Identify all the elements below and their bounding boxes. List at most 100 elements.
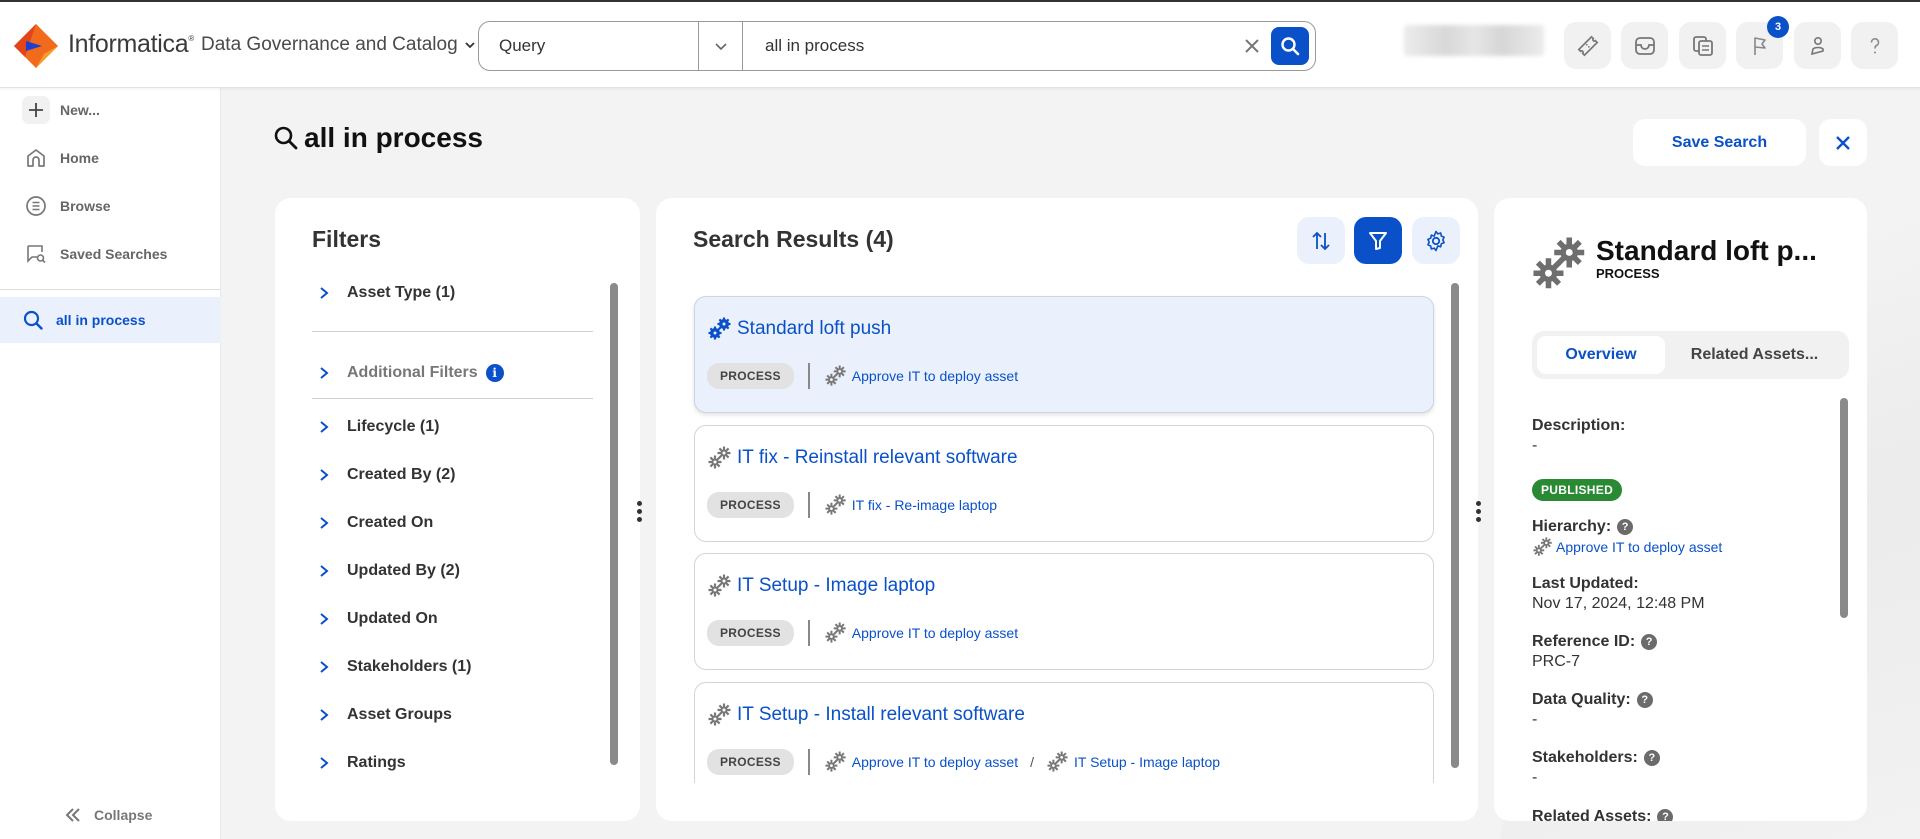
filter-updated-by[interactable]: Updated By (2): [317, 562, 460, 580]
help-icon[interactable]: ?: [1641, 634, 1658, 650]
result-card[interactable]: IT Setup - Image laptop PROCESS Approve …: [694, 553, 1434, 670]
sidebar-item-saved-searches[interactable]: Saved Searches: [22, 240, 167, 268]
reference-id-value: PRC-7: [1532, 653, 1581, 670]
copy-document-button[interactable]: [1679, 22, 1726, 69]
collapse-sidebar-button[interactable]: Collapse: [64, 806, 152, 824]
info-icon[interactable]: i: [485, 364, 504, 382]
search-bar: Query: [478, 21, 1316, 71]
saved-search-icon: [22, 240, 50, 268]
chevron-right-icon: [320, 709, 329, 721]
help-button[interactable]: [1851, 22, 1898, 69]
hierarchy-text: IT fix - Re-image laptop: [851, 497, 998, 513]
inbox-button[interactable]: [1621, 22, 1668, 69]
filter-ratings[interactable]: Ratings: [317, 754, 406, 772]
sidebar-item-active-search[interactable]: all in process: [0, 297, 221, 343]
description-value: -: [1532, 437, 1538, 454]
results-resize-handle[interactable]: [1476, 501, 1482, 522]
results-scrollbar[interactable]: [1451, 283, 1459, 768]
hierarchy-link[interactable]: Approve IT to deploy asset: [824, 751, 1018, 773]
asset-type-pill: PROCESS: [707, 620, 794, 646]
sidebar-item-home[interactable]: Home: [22, 144, 99, 172]
help-icon[interactable]: ?: [1657, 809, 1674, 821]
filter-stakeholders[interactable]: Stakeholders (1): [317, 658, 471, 676]
results-panel: Search Results (4) Standard loft push PR…: [656, 198, 1478, 821]
filter-updated-on[interactable]: Updated On: [317, 610, 438, 628]
clear-search-button[interactable]: [1237, 22, 1267, 70]
search-type-dropdown-button[interactable]: [699, 22, 743, 70]
notifications-button[interactable]: 3: [1736, 16, 1789, 69]
chevron-right-icon: [320, 287, 329, 299]
hierarchy-link[interactable]: IT fix - Re-image laptop: [824, 494, 997, 516]
copy-document-icon: [1692, 35, 1713, 56]
filter-additional-filters[interactable]: Additional Filters i: [317, 364, 504, 382]
result-title-link[interactable]: IT fix - Reinstall relevant software: [707, 446, 1018, 470]
sort-button[interactable]: [1297, 217, 1345, 264]
close-icon: [1836, 135, 1850, 150]
filters-panel: Filters Asset Type (1) Additional Filter…: [275, 198, 640, 821]
filter-label: Ratings: [347, 754, 406, 771]
detail-scrollbar[interactable]: [1840, 398, 1848, 618]
sidebar-item-label: New...: [60, 102, 100, 118]
related-assets-label: Related Assets: ?: [1532, 808, 1674, 821]
close-icon: [1245, 39, 1259, 53]
product-switcher[interactable]: Data Governance and Catalog: [201, 34, 476, 56]
filters-scrollbar[interactable]: [610, 283, 618, 765]
result-title-link[interactable]: IT Setup - Install relevant software: [707, 703, 1025, 727]
result-title-text: IT fix - Reinstall relevant software: [737, 447, 1018, 468]
tab-overview[interactable]: Overview: [1537, 336, 1665, 374]
inbox-icon: [1634, 36, 1655, 55]
hierarchy-link[interactable]: Approve IT to deploy asset: [1532, 537, 1722, 557]
asset-header: Standard loft p... PROCESS: [1530, 234, 1817, 292]
plus-icon: [22, 96, 50, 124]
help-icon[interactable]: ?: [1636, 692, 1653, 708]
filter-label: Created On: [347, 514, 434, 531]
filter-created-on[interactable]: Created On: [317, 514, 433, 532]
filter-created-by[interactable]: Created By (2): [317, 466, 455, 484]
filter-lifecycle[interactable]: Lifecycle (1): [317, 418, 439, 436]
hierarchy-link[interactable]: Approve IT to deploy asset: [824, 365, 1018, 387]
filter-asset-groups[interactable]: Asset Groups: [317, 706, 452, 724]
search-type-select[interactable]: Query: [479, 22, 699, 70]
filter-divider: [312, 398, 593, 399]
chevron-right-icon: [320, 469, 329, 481]
filter-funnel-icon: [1369, 231, 1387, 250]
result-card[interactable]: Standard loft push PROCESS Approve IT to…: [694, 296, 1434, 413]
help-icon[interactable]: ?: [1617, 519, 1634, 535]
filter-label: Lifecycle (1): [347, 418, 440, 435]
help-icon[interactable]: ?: [1643, 750, 1660, 766]
filters-resize-handle[interactable]: [637, 501, 643, 522]
result-title-link[interactable]: Standard loft push: [707, 317, 891, 341]
filter-label: Asset Type (1): [347, 284, 456, 301]
top-bar: Informatica® Data Governance and Catalog…: [0, 0, 1920, 88]
chevron-down-icon: [714, 43, 727, 51]
search-type-value: Query: [499, 36, 546, 55]
hierarchy-link[interactable]: Approve IT to deploy asset: [824, 622, 1018, 644]
hierarchy-link[interactable]: IT Setup - Image laptop: [1046, 751, 1220, 773]
settings-button[interactable]: [1412, 217, 1460, 264]
filter-label: Additional Filters: [347, 364, 478, 381]
save-search-button[interactable]: Save Search: [1633, 119, 1806, 166]
sidebar-item-new[interactable]: New...: [22, 96, 100, 124]
search-input[interactable]: [743, 22, 1237, 70]
ticket-button[interactable]: [1564, 22, 1611, 69]
result-card[interactable]: IT fix - Reinstall relevant software PRO…: [694, 425, 1434, 542]
hierarchy-label: Hierarchy: ?: [1532, 518, 1634, 536]
close-search-button[interactable]: [1819, 119, 1867, 166]
filter-asset-type[interactable]: Asset Type (1): [317, 284, 455, 302]
page-title-text: all in process: [304, 122, 483, 153]
filters-title: Filters: [312, 226, 382, 252]
search-submit-button[interactable]: [1271, 27, 1309, 65]
asset-type: PROCESS: [1596, 266, 1660, 281]
sidebar-item-browse[interactable]: Browse: [22, 192, 111, 220]
process-gears-icon: [1533, 537, 1552, 556]
label-text: Reference ID:: [1532, 633, 1636, 650]
user-profile-button[interactable]: [1794, 22, 1841, 69]
path-separator: /: [1030, 754, 1034, 770]
filter-toggle-button[interactable]: [1354, 217, 1402, 264]
result-title-link[interactable]: IT Setup - Image laptop: [707, 574, 935, 598]
hierarchy-text: Approve IT to deploy asset: [851, 368, 1019, 384]
page-title: all in process: [272, 122, 483, 154]
result-card[interactable]: IT Setup - Install relevant software PRO…: [694, 682, 1434, 783]
tab-related-assets[interactable]: Related Assets...: [1665, 336, 1844, 374]
brand-name: Informatica®: [68, 30, 194, 58]
